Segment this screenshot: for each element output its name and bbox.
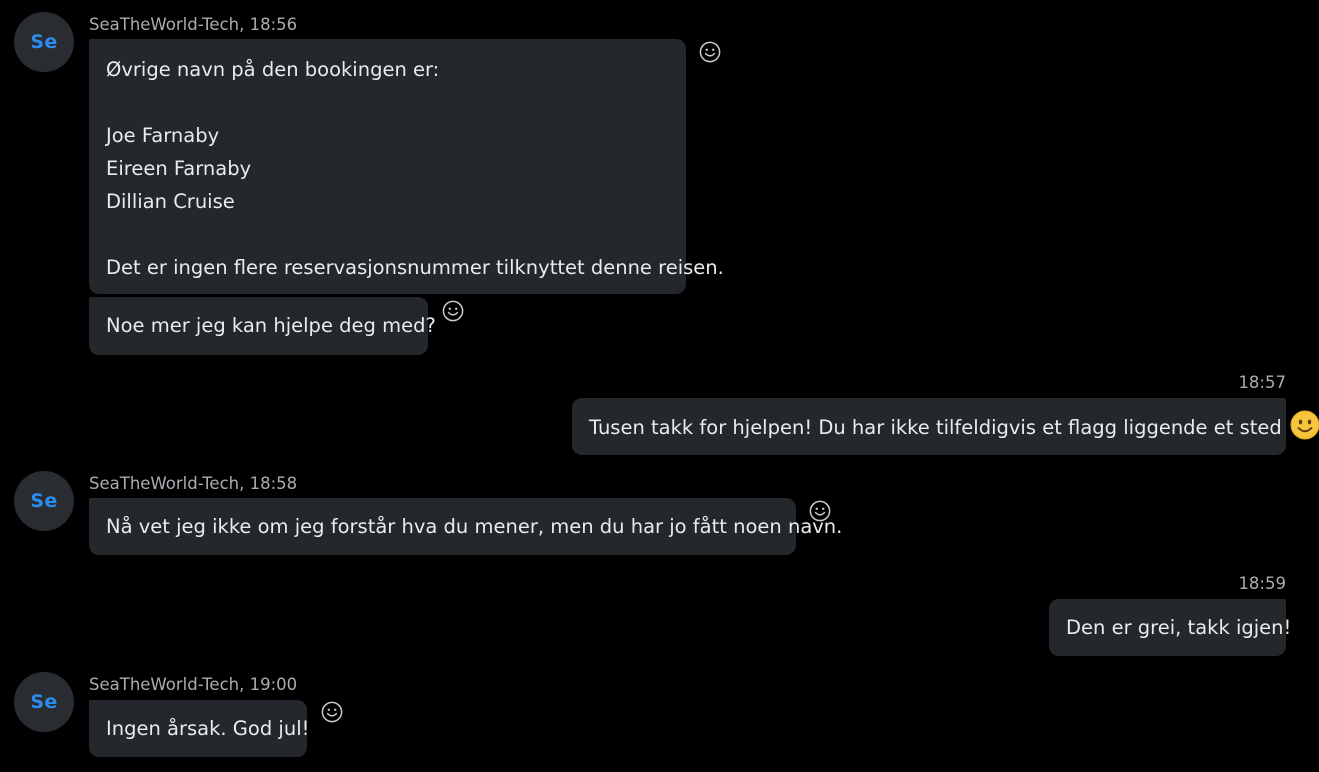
message-text: [106, 218, 669, 251]
message-text: Nå vet jeg ikke om jeg forstår hva du me…: [106, 515, 843, 538]
message-text: Joe Farnaby: [106, 124, 220, 147]
message-text: Ingen årsak. God jul!: [106, 717, 310, 740]
message-bubble[interactable]: Øvrige navn på den bookingen er: Joe Far…: [89, 39, 724, 294]
message-timestamp: 18:59: [1238, 574, 1286, 593]
avatar[interactable]: Se: [14, 471, 74, 531]
message-header: SeaTheWorld-Tech, 18:56: [89, 15, 298, 34]
add-reaction-smiley-icon[interactable]: [809, 500, 831, 522]
add-reaction-smiley-icon[interactable]: [321, 701, 343, 723]
chat-conversation: Se SeaTheWorld-Tech, 18:56 Øvrige navn p…: [0, 0, 1319, 772]
avatar[interactable]: Se: [14, 12, 74, 72]
add-reaction-smiley-icon[interactable]: [699, 41, 721, 63]
message-bubble[interactable]: Tusen takk for hjelpen! Du har ikke tilf…: [572, 398, 1319, 455]
message-text: Tusen takk for hjelpen! Du har ikke tilf…: [589, 416, 1282, 439]
message-bubble[interactable]: Nå vet jeg ikke om jeg forstår hva du me…: [89, 498, 843, 555]
message-bubble[interactable]: Den er grei, takk igjen!: [1049, 599, 1292, 656]
message-bubble[interactable]: Noe mer jeg kan hjelpe deg med?: [89, 297, 436, 355]
message-bubble[interactable]: Ingen årsak. God jul!: [89, 700, 310, 757]
message-timestamp: 18:57: [1238, 373, 1286, 392]
message-text: Den er grei, takk igjen!: [1066, 616, 1292, 639]
message-text: [106, 86, 669, 119]
smiley-emoji-icon: [1290, 410, 1319, 440]
message-text: Dillian Cruise: [106, 190, 235, 213]
message-text: Eireen Farnaby: [106, 157, 252, 180]
message-header: SeaTheWorld-Tech, 19:00: [89, 675, 298, 694]
add-reaction-smiley-icon[interactable]: [442, 300, 464, 322]
message-text: Øvrige navn på den bookingen er:: [106, 58, 440, 81]
avatar[interactable]: Se: [14, 672, 74, 732]
message-header: SeaTheWorld-Tech, 18:58: [89, 474, 298, 493]
message-text: Noe mer jeg kan hjelpe deg med?: [106, 314, 436, 337]
message-text: Det er ingen flere reservasjonsnummer ti…: [106, 256, 724, 279]
